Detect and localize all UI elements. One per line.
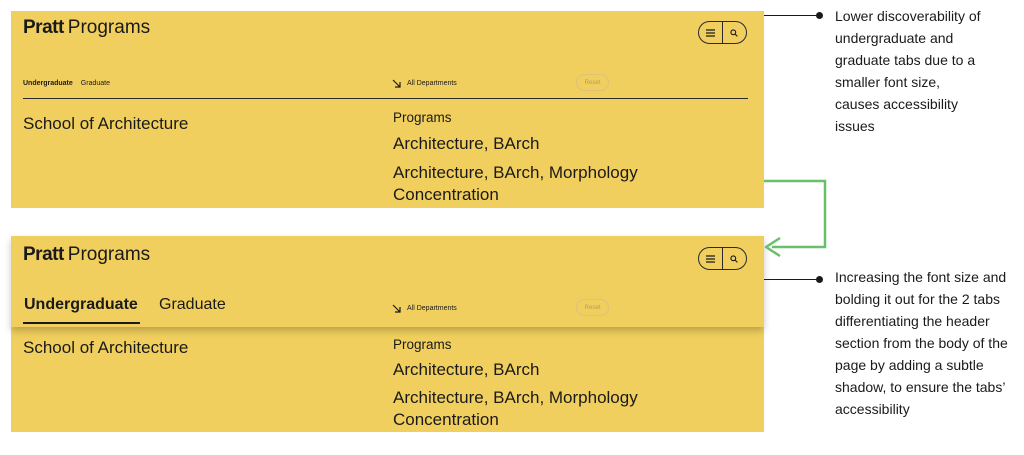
- annotation-after: Increasing the font size and bolding it …: [835, 269, 1008, 417]
- connector-path: [764, 179, 827, 249]
- annotation-leader-before: [764, 15, 818, 16]
- annotation-before: Lower discoverability of undergraduate a…: [835, 8, 981, 134]
- annotation-leader-after: [764, 279, 818, 280]
- annotation-dot-after: [816, 276, 823, 283]
- annotation-dot-before: [816, 12, 823, 19]
